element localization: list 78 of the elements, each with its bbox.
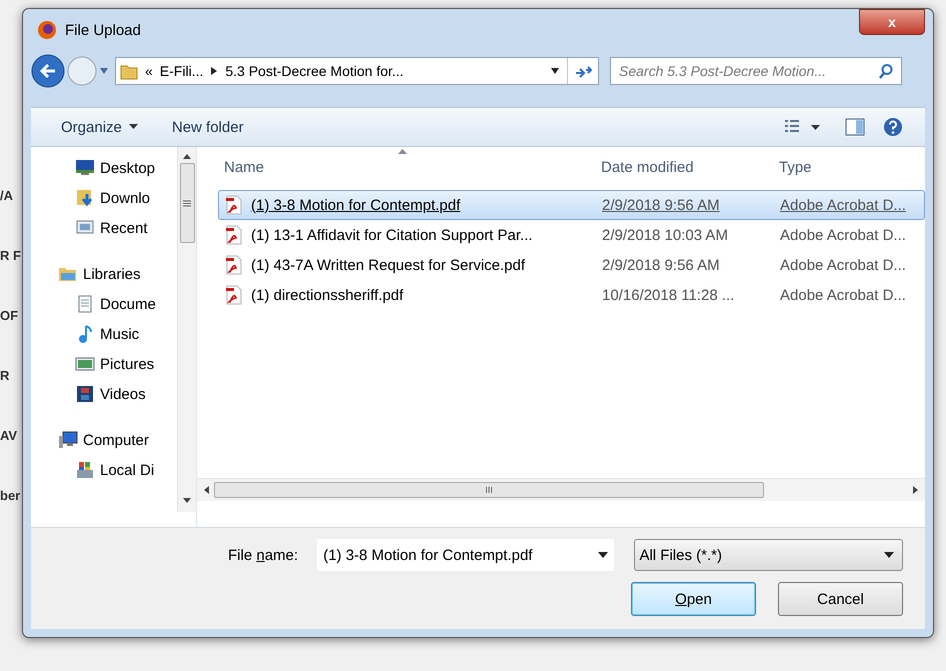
sidebar-item[interactable]: Videos (31, 379, 177, 409)
caret-icon[interactable] (99, 67, 109, 75)
date-modified: 2/9/2018 10:03 AM (602, 226, 729, 244)
cancel-button[interactable]: Cancel (778, 582, 903, 616)
sidebar-item[interactable]: Music (31, 319, 177, 349)
page-text: ber (0, 487, 22, 505)
dropdown-icon[interactable] (550, 67, 560, 75)
sidebar-item[interactable]: Downlo (31, 183, 177, 213)
date-modified: 2/9/2018 9:56 AM (602, 256, 721, 274)
address-overflow[interactable]: « (145, 63, 153, 79)
caret-icon (128, 124, 138, 130)
drive-icon (75, 460, 95, 480)
preview-pane-icon[interactable] (845, 118, 865, 136)
file-type-dropdown[interactable]: All Files (*.*) (634, 539, 903, 571)
computer-icon (58, 430, 78, 450)
open-button[interactable]: Open (631, 582, 756, 616)
file-name: (1) 13-1 Affidavit for Citation Support Par... (251, 226, 533, 244)
file-row[interactable]: (1) 43-7A Written Request for Service.pdf 2/9/2018 9:56 AM Adobe Acrobat D... (218, 250, 925, 280)
film-icon (75, 384, 95, 404)
scroll-grip: III (485, 486, 493, 494)
breadcrumb[interactable]: E-Fili... (160, 63, 204, 79)
search-field[interactable]: Search 5.3 Post-Decree Motion... (610, 57, 902, 85)
new-folder-button[interactable]: New folder (164, 114, 252, 140)
organize-menu[interactable]: Organize (53, 114, 146, 140)
file-row[interactable]: (1) 3-8 Motion for Contempt.pdf 2/9/2018 9:56 AM Adobe Acrobat D... (218, 190, 925, 220)
file-name: (1) 43-7A Written Request for Service.pdf (251, 256, 526, 274)
horizontal-scrollbar[interactable]: III (197, 478, 925, 501)
sidebar-item[interactable]: Recent (31, 213, 177, 243)
address-bar[interactable]: « E-Fili... 5.3 Post-Decree Motion for... (115, 57, 599, 85)
file-name-label: File name: (228, 546, 300, 564)
sidebar-item[interactable]: Pictures (31, 349, 177, 379)
scroll-left-icon[interactable] (203, 486, 209, 494)
back-icon[interactable] (31, 54, 65, 88)
file-row[interactable]: (1) directionssheriff.pdf 10/16/2018 11:28 ... Adobe Acrobat D... (218, 280, 925, 310)
file-type: Adobe Acrobat D... (780, 226, 907, 244)
page-text: AV (0, 427, 18, 445)
grip-icon (183, 200, 191, 206)
sidebar-item[interactable]: Libraries (31, 259, 177, 289)
file-type: Adobe Acrobat D... (780, 196, 907, 214)
window-title: File Upload (65, 22, 142, 38)
close-button[interactable]: x (859, 9, 925, 35)
help-icon[interactable] (883, 117, 903, 137)
pdf-file-icon (225, 285, 243, 305)
file-type: Adobe Acrobat D... (780, 256, 907, 274)
file-row[interactable]: (1) 13-1 Affidavit for Citation Support Par... 2/9/2018 10:03 AM Adobe Acrobat D... (218, 220, 925, 250)
scroll-right-icon[interactable] (913, 486, 919, 494)
page-text: R F (0, 247, 22, 265)
browser-logo-icon (37, 20, 57, 40)
download-folder-icon (75, 188, 95, 208)
pdf-file-icon (225, 255, 243, 275)
desktop-icon (75, 158, 95, 178)
page-text: /A (0, 187, 14, 205)
sidebar-item[interactable]: Local Di (31, 455, 177, 485)
vertical-scrollbar[interactable] (177, 147, 196, 512)
column-header[interactable]: Name (218, 147, 601, 187)
search-icon[interactable] (878, 63, 894, 79)
file-name-field[interactable]: (1) 3-8 Motion for Contempt.pdf (317, 539, 614, 571)
breadcrumb[interactable]: 5.3 Post-Decree Motion for... (225, 63, 404, 79)
sidebar-item[interactable]: Docume (31, 289, 177, 319)
file-name: (1) 3-8 Motion for Contempt.pdf (251, 196, 460, 214)
dropdown-icon (598, 552, 608, 558)
sidebar-item[interactable]: Desktop (31, 153, 177, 183)
sidebar-item[interactable]: Computer (31, 425, 177, 455)
column-header[interactable]: Type (779, 147, 925, 187)
scroll-up-icon[interactable] (183, 153, 191, 159)
breadcrumb-arrow-icon (210, 66, 218, 76)
date-modified: 2/9/2018 9:56 AM (602, 196, 721, 214)
pdf-file-icon (225, 225, 243, 245)
file-type: Adobe Acrobat D... (780, 286, 907, 304)
pdf-file-icon (225, 195, 243, 215)
sort-arrow-icon (398, 149, 407, 154)
dropdown-icon (884, 552, 894, 558)
file-name: (1) directionssheriff.pdf (251, 286, 404, 304)
page-text: OF (0, 307, 20, 325)
date-modified: 10/16/2018 11:28 ... (602, 286, 736, 304)
column-header[interactable]: Date modified (601, 147, 779, 187)
scroll-down-icon[interactable] (183, 498, 191, 504)
page-text: R (0, 367, 10, 385)
